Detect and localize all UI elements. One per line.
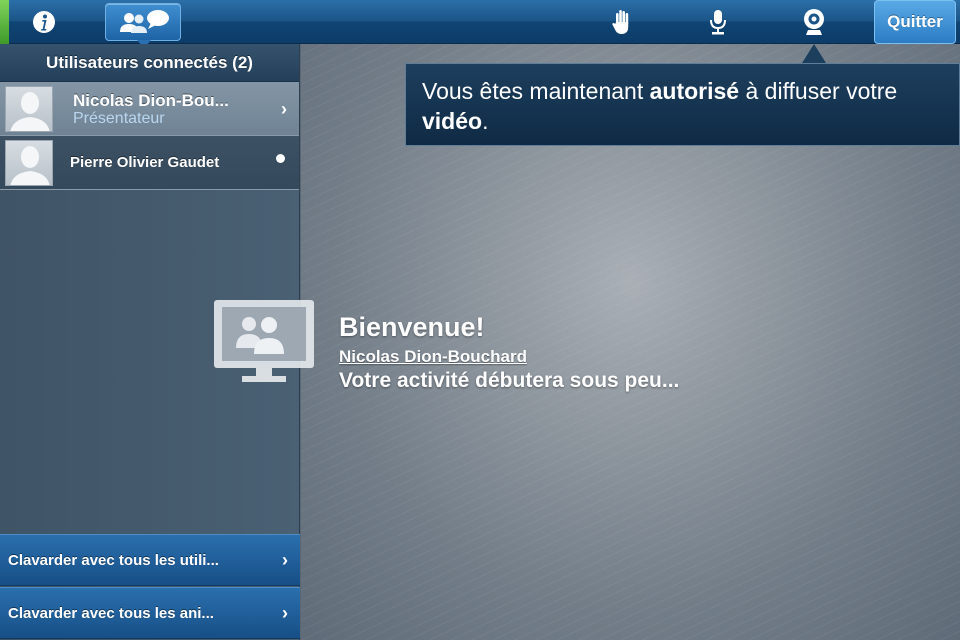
quit-button[interactable]: Quitter — [874, 0, 956, 44]
connected-users-header: Utilisateurs connectés (2) — [0, 44, 299, 82]
chat-all-hosts-label: Clavarder avec tous les ani... — [8, 604, 214, 622]
microphone-icon — [710, 10, 726, 35]
users-chat-icon — [120, 10, 169, 33]
avatar — [5, 139, 53, 186]
presentation-monitor-icon — [212, 298, 316, 393]
notice-pointer — [802, 44, 826, 63]
presenter-name-link[interactable]: Nicolas Dion-Bouchard — [339, 347, 679, 367]
video-authorization-notice: Vous êtes maintenant autorisé à diffuser… — [405, 63, 960, 146]
raise-hand-icon — [612, 10, 629, 34]
info-icon — [33, 11, 55, 33]
chat-all-hosts-button[interactable]: Clavarder avec tous les ani... › — [0, 587, 300, 639]
chat-all-users-label: Clavarder avec tous les utili... — [8, 551, 219, 569]
status-indicator — [0, 0, 9, 44]
welcome-message: Votre activité débutera sous peu... — [339, 369, 680, 392]
user-role: Présentateur — [73, 109, 165, 127]
chevron-right-icon: › — [282, 550, 288, 570]
user-row-participant[interactable]: Pierre Olivier Gaudet — [0, 136, 299, 190]
chevron-right-icon: › — [281, 99, 287, 119]
chevron-right-icon: › — [282, 603, 288, 623]
user-row-presenter[interactable]: Nicolas Dion-Bou... Présentateur › — [0, 82, 299, 136]
top-toolbar: Quitter — [0, 0, 960, 48]
webcam-button[interactable] — [792, 0, 836, 44]
microphone-button[interactable] — [696, 0, 740, 44]
webcam-icon — [804, 9, 824, 35]
avatar — [5, 85, 53, 132]
welcome-title: Bienvenue! — [339, 312, 485, 342]
user-silhouette-icon — [10, 91, 50, 131]
online-dot-icon — [276, 154, 285, 163]
info-button[interactable] — [22, 0, 66, 44]
user-silhouette-icon — [10, 145, 50, 185]
user-name: Nicolas Dion-Bou... — [73, 90, 229, 110]
raise-hand-button[interactable] — [600, 0, 644, 44]
user-name: Pierre Olivier Gaudet — [70, 154, 220, 171]
users-chat-button[interactable] — [105, 3, 181, 48]
welcome-block: Bienvenue! Nicolas Dion-Bouchard Votre a… — [339, 312, 679, 393]
chat-all-users-button[interactable]: Clavarder avec tous les utili... › — [0, 534, 300, 586]
